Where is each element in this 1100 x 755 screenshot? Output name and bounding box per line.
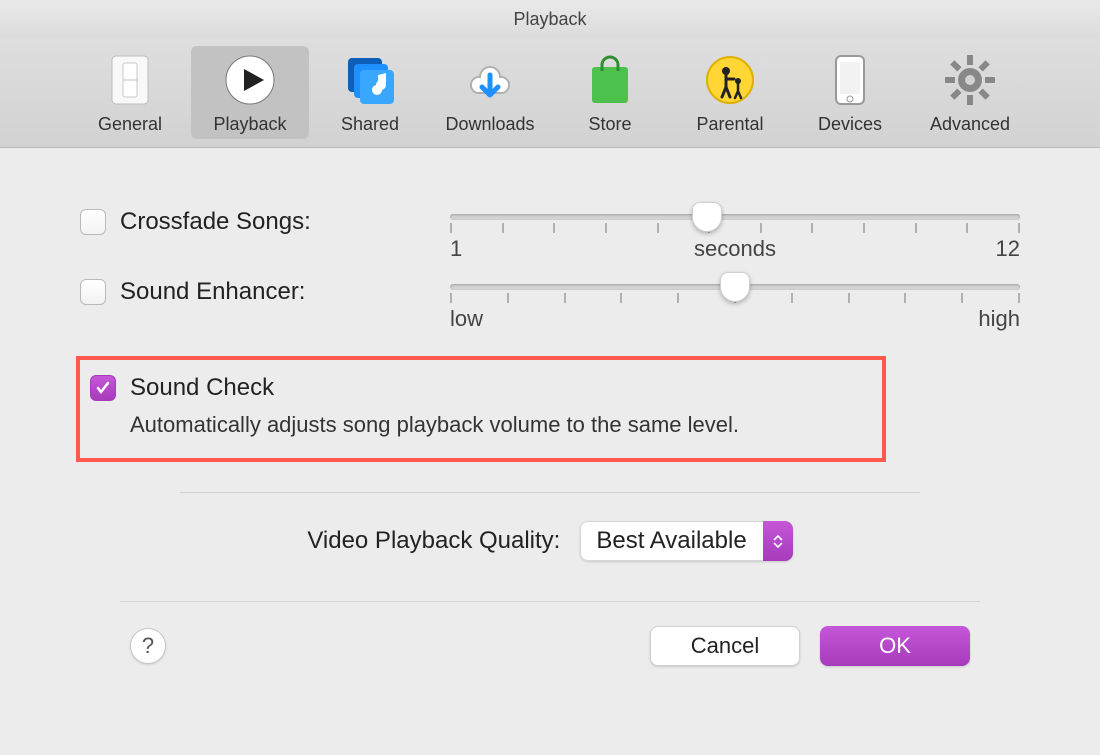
video-quality-label: Video Playback Quality: <box>307 527 560 555</box>
slider-low-label: low <box>450 306 483 332</box>
tab-parental[interactable]: Parental <box>671 46 789 139</box>
tab-label: Store <box>588 114 631 135</box>
slider-max-label: 12 <box>996 236 1020 262</box>
chevron-updown-icon <box>763 521 793 561</box>
window-title: Playback <box>0 0 1100 38</box>
cloud-download-icon <box>462 52 518 108</box>
ok-button[interactable]: OK <box>820 626 970 666</box>
sound-check-label: Sound Check <box>130 374 274 402</box>
crossfade-row: Crossfade Songs: 1 seconds 12 <box>80 208 1020 250</box>
play-icon <box>222 52 278 108</box>
slider-high-label: high <box>978 306 1020 332</box>
video-quality-row: Video Playback Quality: Best Available <box>80 521 1020 561</box>
music-stack-icon <box>342 52 398 108</box>
divider <box>180 492 920 493</box>
enhancer-row: Sound Enhancer: low high <box>80 278 1020 332</box>
select-value: Best Available <box>580 521 762 561</box>
tab-advanced[interactable]: Advanced <box>911 46 1029 139</box>
tab-label: Playback <box>213 114 286 135</box>
switch-icon <box>102 52 158 108</box>
content-pane: Crossfade Songs: 1 seconds 12 Sound Enha… <box>0 148 1100 666</box>
enhancer-checkbox[interactable] <box>80 279 106 305</box>
tab-label: Devices <box>818 114 882 135</box>
tab-label: Parental <box>696 114 763 135</box>
footer: ? Cancel OK <box>80 602 1020 666</box>
tab-label: Advanced <box>930 114 1010 135</box>
shopping-bag-icon <box>582 52 638 108</box>
sound-check-description: Automatically adjusts song playback volu… <box>130 412 868 438</box>
preferences-toolbar: General Playback Shared Downloads Store … <box>0 38 1100 148</box>
tab-store[interactable]: Store <box>551 46 669 139</box>
tab-label: General <box>98 114 162 135</box>
enhancer-slider[interactable]: low high <box>450 278 1020 332</box>
slider-unit-label: seconds <box>694 236 776 262</box>
slider-thumb[interactable] <box>720 272 750 302</box>
sound-check-checkbox[interactable] <box>90 375 116 401</box>
tab-label: Shared <box>341 114 399 135</box>
phone-icon <box>822 52 878 108</box>
enhancer-label: Sound Enhancer: <box>120 278 305 306</box>
tab-general[interactable]: General <box>71 46 189 139</box>
tab-devices[interactable]: Devices <box>791 46 909 139</box>
parental-icon <box>702 52 758 108</box>
slider-min-label: 1 <box>450 236 462 262</box>
video-quality-select[interactable]: Best Available <box>580 521 792 561</box>
help-button[interactable]: ? <box>130 628 166 664</box>
tab-label: Downloads <box>445 114 534 135</box>
tab-downloads[interactable]: Downloads <box>431 46 549 139</box>
tab-playback[interactable]: Playback <box>191 46 309 139</box>
sound-check-highlight: Sound Check Automatically adjusts song p… <box>76 356 886 462</box>
cancel-button[interactable]: Cancel <box>650 626 800 666</box>
crossfade-checkbox[interactable] <box>80 209 106 235</box>
crossfade-label: Crossfade Songs: <box>120 208 311 236</box>
gear-icon <box>942 52 998 108</box>
tab-shared[interactable]: Shared <box>311 46 429 139</box>
crossfade-slider[interactable]: 1 seconds 12 <box>450 208 1020 250</box>
